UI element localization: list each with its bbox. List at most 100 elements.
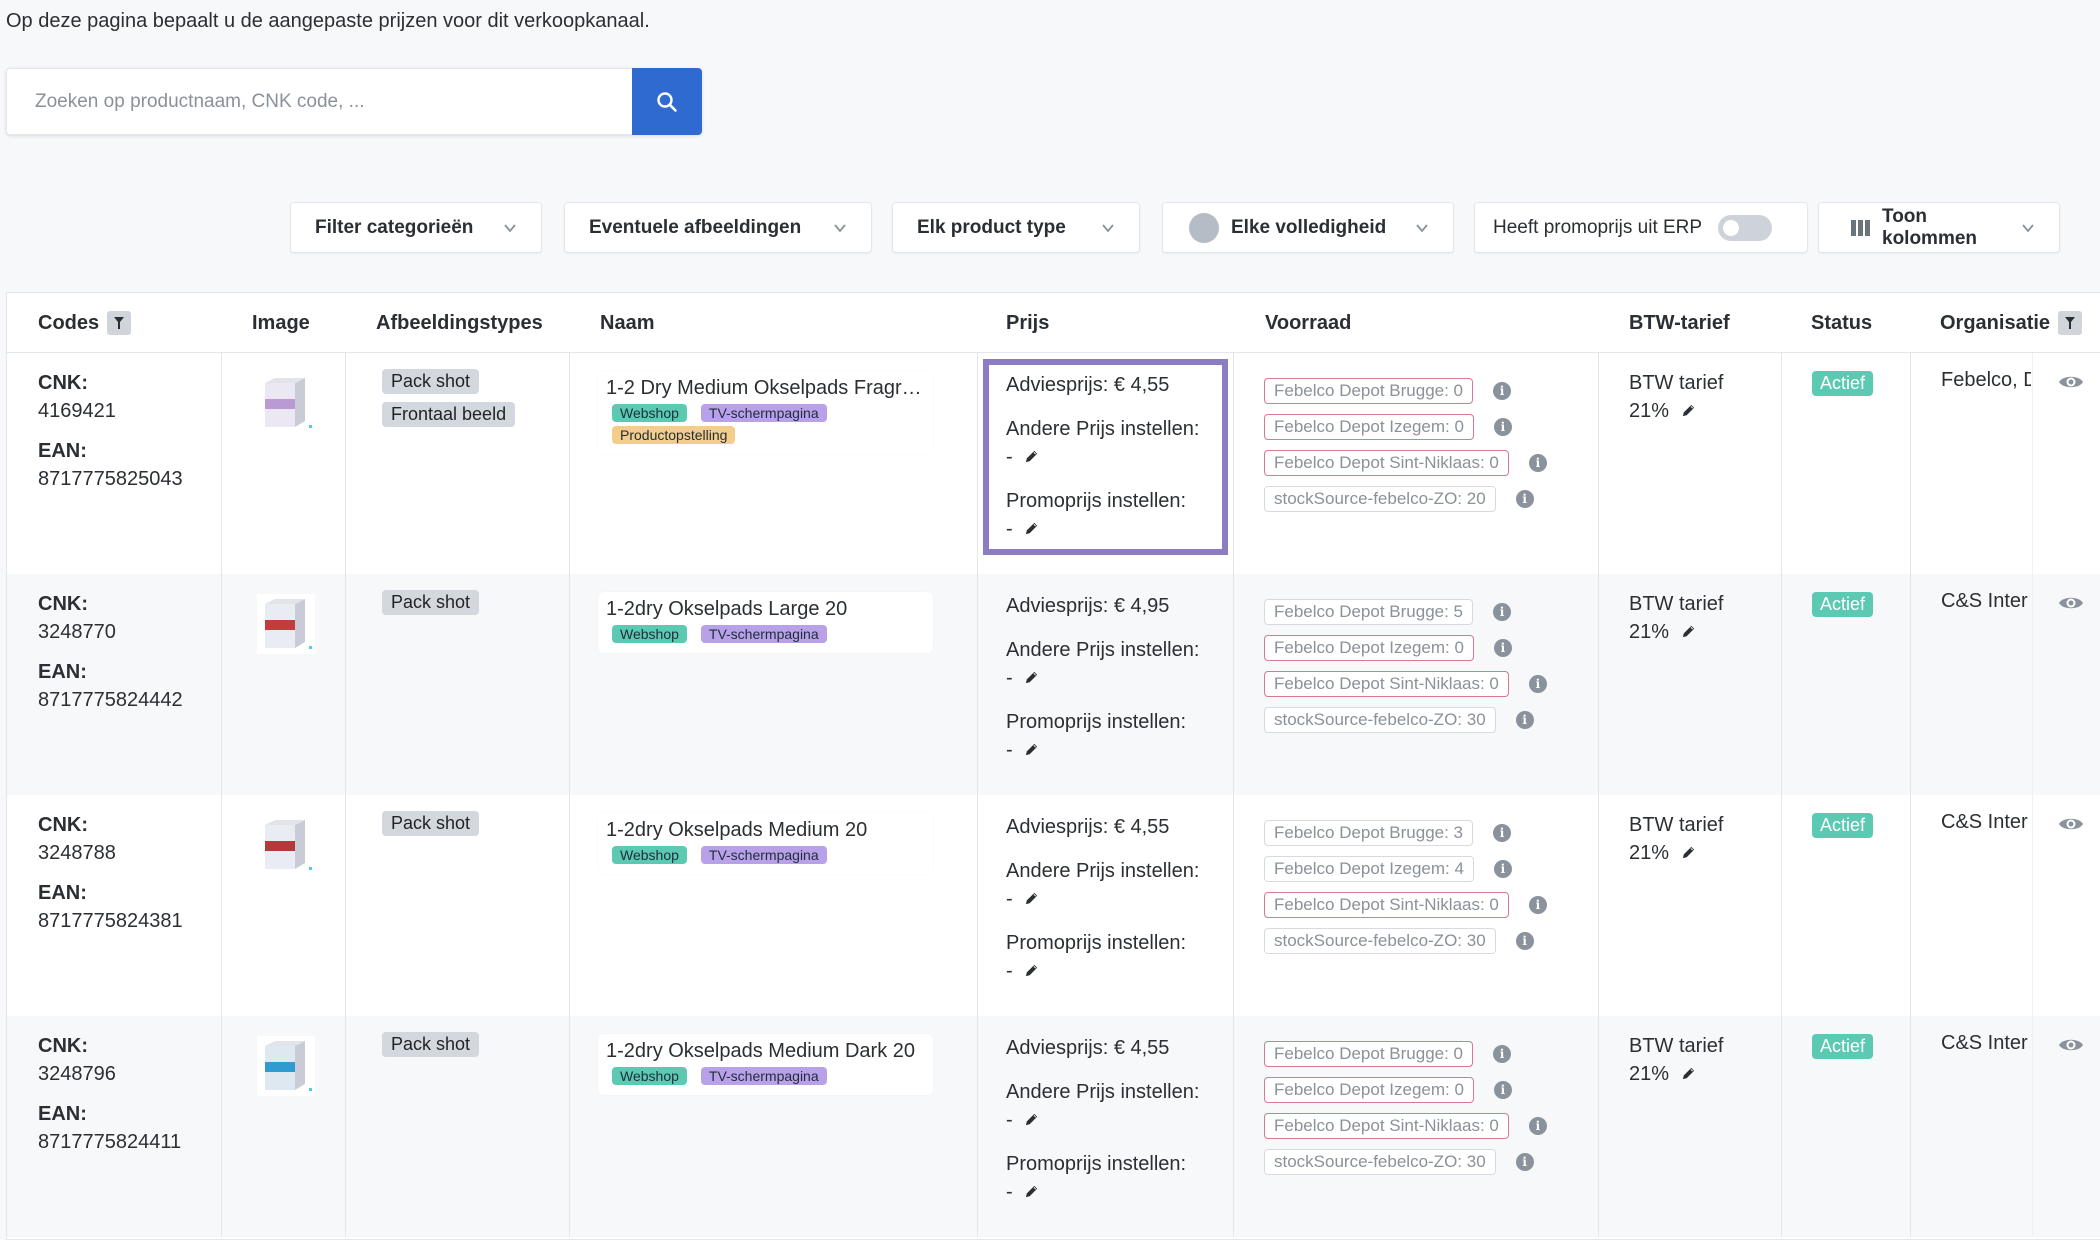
product-name[interactable]: 1-2dry Okselpads Medium 20 — [606, 819, 925, 842]
eye-icon[interactable] — [2058, 815, 2084, 833]
pencil-icon[interactable] — [1681, 845, 1696, 860]
other-price-label: Andere Prijs instellen: — [1006, 639, 1200, 661]
eye-icon[interactable] — [2058, 1036, 2084, 1054]
info-icon[interactable]: i — [1493, 382, 1512, 400]
stock-item: Febelco Depot Izegem: 0 i — [1264, 630, 1547, 666]
table-row[interactable]: CNK: 3248788 EAN: 8717775824381 Pack sho… — [7, 795, 2100, 1016]
promo-price-label: Promoprijs instellen: — [1006, 711, 1187, 733]
price-cell: Adviesprijs: € 4,55 Andere Prijs instell… — [978, 353, 1234, 574]
pencil-icon[interactable] — [1024, 742, 1039, 757]
stock-item: Febelco Depot Brugge: 0 i — [1264, 1036, 1547, 1072]
column-header-price[interactable]: Prijs — [1006, 293, 1049, 353]
vat-value: 21% — [1629, 621, 1670, 643]
stock-list: Febelco Depot Brugge: 0 i Febelco Depot Iz… — [1264, 373, 1547, 517]
info-icon[interactable]: i — [1515, 711, 1534, 729]
filter-completeness-dropdown[interactable]: Elke volledigheid — [1162, 202, 1454, 253]
table-row[interactable]: CNK: 4169421 EAN: 8717775825043 Pack sho… — [7, 353, 2100, 574]
stock-item: stockSource-febelco-ZO: 30 i — [1264, 923, 1547, 959]
product-name[interactable]: 1-2dry Okselpads Large 20 — [606, 598, 925, 621]
status-cell: Actief — [1782, 795, 1911, 1016]
vat-label: BTW tarief — [1629, 1035, 1724, 1057]
column-header-image-types[interactable]: Afbeeldingstypes — [376, 293, 543, 353]
info-icon[interactable]: i — [1493, 860, 1512, 878]
column-header-codes[interactable]: Codes — [38, 293, 132, 353]
product-name[interactable]: 1-2 Dry Medium Okselpads Fragra... — [606, 377, 925, 400]
info-icon[interactable]: i — [1493, 418, 1512, 436]
pencil-icon[interactable] — [1024, 670, 1039, 685]
info-icon[interactable]: i — [1493, 1081, 1512, 1099]
eye-icon[interactable] — [2058, 373, 2084, 391]
filter-images-dropdown[interactable]: Eventuele afbeeldingen — [564, 202, 872, 253]
column-header-codes-label: Codes — [38, 311, 100, 334]
organisation-filter-button[interactable] — [2058, 311, 2083, 335]
image-type-tag: Pack shot — [382, 1032, 480, 1057]
product-name-card[interactable]: 1-2dry Okselpads Medium Dark 20 Webshop T… — [598, 1034, 933, 1095]
column-header-stock[interactable]: Voorraad — [1265, 293, 1351, 353]
info-icon[interactable]: i — [1515, 932, 1534, 950]
info-icon[interactable]: i — [1528, 896, 1547, 914]
advice-price-label: Adviesprijs: — [1006, 595, 1114, 617]
column-header-vat[interactable]: BTW-tarief — [1629, 293, 1730, 353]
product-thumbnail[interactable] — [257, 815, 315, 875]
info-icon[interactable]: i — [1493, 603, 1512, 621]
filter-product-type-dropdown[interactable]: Elk product type — [892, 202, 1140, 253]
pencil-icon[interactable] — [1024, 449, 1039, 464]
pencil-icon[interactable] — [1681, 1066, 1696, 1081]
chevron-down-icon — [834, 223, 846, 232]
column-header-organisation[interactable]: Organisatie — [1940, 293, 2083, 353]
eye-icon[interactable] — [2058, 594, 2084, 612]
erp-promo-toggle[interactable] — [1718, 214, 1773, 241]
column-header-status[interactable]: Status — [1811, 293, 1872, 353]
product-name-card[interactable]: 1-2dry Okselpads Medium 20 Webshop TV-sch… — [598, 813, 933, 874]
pencil-icon[interactable] — [1024, 521, 1039, 536]
column-header-image[interactable]: Image — [252, 293, 310, 353]
info-icon[interactable]: i — [1493, 824, 1512, 842]
codes-filter-button[interactable] — [107, 311, 132, 335]
pencil-icon[interactable] — [1024, 1184, 1039, 1199]
organisation-cell: C&S Inter — [1911, 1016, 2033, 1237]
pencil-icon[interactable] — [1024, 963, 1039, 978]
info-icon[interactable]: i — [1528, 454, 1547, 472]
table-row[interactable]: CNK: 3248796 EAN: 8717775824411 Pack sho… — [7, 1016, 2100, 1237]
name-cell: 1-2dry Okselpads Large 20 Webshop TV-sche… — [570, 574, 978, 795]
table-row[interactable]: CNK: 3248770 EAN: 8717775824442 Pack sho… — [7, 574, 2100, 795]
filter-categories-dropdown[interactable]: Filter categorieën — [290, 202, 542, 253]
stock-item: Febelco Depot Izegem: 0 i — [1264, 1072, 1547, 1108]
product-name-card[interactable]: 1-2dry Okselpads Large 20 Webshop TV-sche… — [598, 592, 933, 653]
filter-product-type-label: Elk product type — [917, 216, 1066, 238]
channel-tag: Webshop — [612, 625, 687, 643]
show-columns-dropdown[interactable]: Toon kolommen — [1818, 202, 2060, 253]
filter-icon — [114, 317, 125, 329]
search-button[interactable] — [632, 68, 702, 135]
info-icon[interactable]: i — [1493, 1045, 1512, 1063]
ean-label: EAN: — [38, 661, 87, 683]
column-header-name[interactable]: Naam — [600, 293, 654, 353]
product-thumbnail[interactable] — [257, 373, 315, 433]
image-types-cell: Pack shot Frontaal beeld — [346, 353, 570, 574]
advice-price-value: € 4,95 — [1113, 595, 1170, 617]
pencil-icon[interactable] — [1681, 403, 1696, 418]
cnk-label: CNK: — [38, 593, 88, 615]
columns-icon — [1851, 219, 1870, 236]
name-cell: 1-2 Dry Medium Okselpads Fragra... Websh… — [570, 353, 978, 574]
advice-price-value: € 4,55 — [1113, 374, 1170, 396]
other-price-label: Andere Prijs instellen: — [1006, 418, 1200, 440]
pencil-icon[interactable] — [1024, 891, 1039, 906]
info-icon[interactable]: i — [1528, 675, 1547, 693]
stock-badge: Febelco Depot Izegem: 0 — [1264, 1077, 1474, 1103]
stock-badge: Febelco Depot Brugge: 3 — [1264, 820, 1474, 846]
info-icon[interactable]: i — [1515, 1153, 1534, 1171]
info-icon[interactable]: i — [1528, 1117, 1547, 1135]
info-icon[interactable]: i — [1515, 490, 1534, 508]
product-thumbnail[interactable] — [257, 1036, 315, 1096]
product-name-card[interactable]: 1-2 Dry Medium Okselpads Fragra... Websh… — [598, 371, 933, 454]
product-name[interactable]: 1-2dry Okselpads Medium Dark 20 — [606, 1040, 925, 1063]
pencil-icon[interactable] — [1024, 1112, 1039, 1127]
search-input[interactable] — [6, 68, 632, 135]
organisation-value: C&S Inter — [1941, 811, 2028, 833]
pencil-icon[interactable] — [1681, 624, 1696, 639]
stock-badge: stockSource-febelco-ZO: 30 — [1264, 928, 1496, 954]
product-thumbnail[interactable] — [257, 594, 315, 654]
other-price-value: - — [1006, 1109, 1013, 1131]
info-icon[interactable]: i — [1493, 639, 1512, 657]
